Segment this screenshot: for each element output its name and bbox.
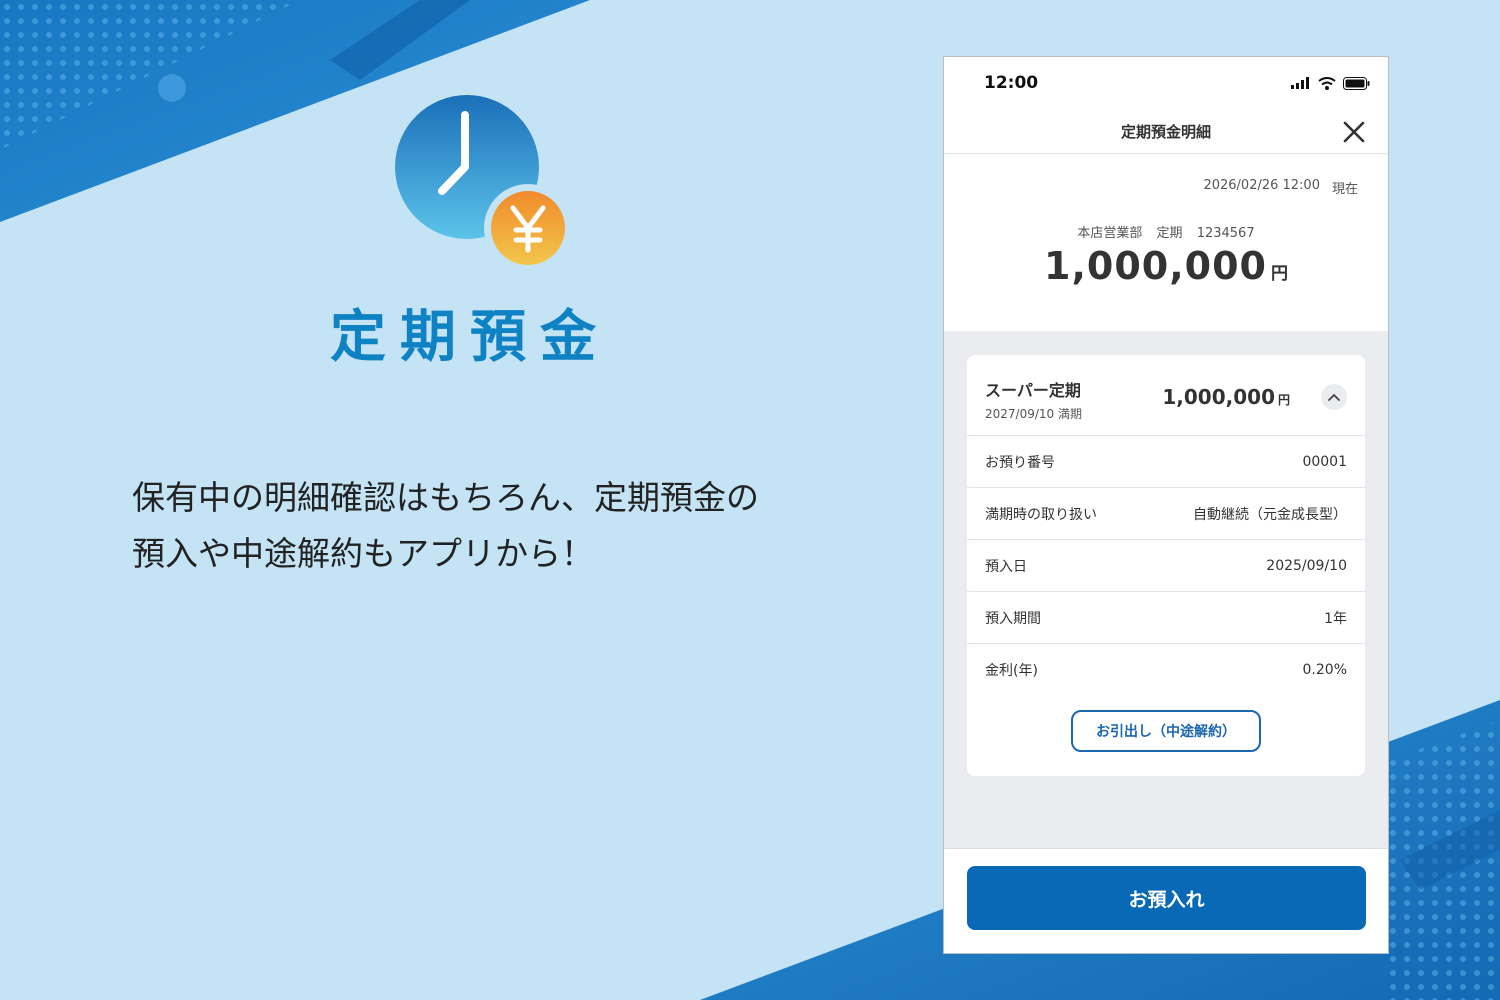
total-amount: 1,000,000	[1044, 244, 1267, 288]
product-header[interactable]: スーパー定期 2027/09/10 満期 1,000,000 円	[967, 355, 1365, 436]
detail-row-deposit-period: 預入期間 1年	[967, 592, 1365, 644]
detail-label: お預り番号	[985, 454, 1055, 471]
detail-row-deposit-number: お預り番号 00001	[967, 436, 1365, 488]
detail-label: 満期時の取り扱い	[985, 506, 1097, 523]
product-amount-value: 1,000,000	[1162, 385, 1275, 409]
signal-icon	[1291, 77, 1309, 89]
account-number: 1234567	[1196, 226, 1255, 241]
close-icon[interactable]	[1342, 120, 1366, 144]
detail-value: 1年	[1324, 610, 1347, 627]
account-info: 本店営業部 定期 1234567	[944, 222, 1388, 241]
maturity-info: 2027/09/10 満期	[985, 405, 1082, 422]
product-currency: 円	[1277, 393, 1290, 407]
as-of-label: 現在	[1331, 182, 1358, 197]
detail-row-maturity-handling: 満期時の取り扱い 自動継続（元金成長型）	[967, 488, 1365, 540]
detail-row-interest-rate: 金利(年) 0.20%	[967, 644, 1365, 696]
phone-screen: 12:00 定期預金明細 2026/02/26 12:00 現在 本店営業部 定…	[943, 56, 1389, 954]
detail-row-deposit-date: 預入日 2025/09/10	[967, 540, 1365, 592]
nav-header: 定期預金明細	[944, 109, 1388, 154]
promo-description: 保有中の明細確認はもちろん、定期預金の 預入や中途解約もアプリから！	[132, 470, 912, 582]
withdraw-button[interactable]: お引出し（中途解約）	[1071, 710, 1261, 752]
detail-value: 0.20%	[1302, 662, 1347, 678]
page-title: 定期預金明細	[1120, 122, 1211, 141]
deposit-button[interactable]: お預入れ	[967, 866, 1366, 930]
battery-icon	[1343, 76, 1370, 90]
feature-title: 定期預金	[330, 305, 610, 370]
timestamp: 2026/02/26 12:00	[1203, 178, 1320, 193]
branch-name: 本店営業部	[1077, 226, 1143, 241]
as-of-timestamp: 2026/02/26 12:00 現在	[1203, 178, 1358, 197]
status-time: 12:00	[984, 73, 1039, 93]
chevron-up-icon	[1328, 394, 1340, 401]
maturity-date: 2027/09/10	[985, 407, 1055, 421]
detail-value: 00001	[1302, 453, 1347, 470]
deposit-detail-card: スーパー定期 2027/09/10 満期 1,000,000 円 お預り番号 00…	[967, 355, 1365, 776]
product-name: スーパー定期	[985, 381, 1081, 400]
maturity-label: 満期	[1058, 407, 1083, 421]
clock-yen-icon	[395, 95, 570, 270]
promo-text-line2: 預入や中途解約もアプリから！	[132, 534, 594, 573]
currency-unit: 円	[1270, 264, 1288, 284]
account-type: 定期	[1156, 226, 1183, 241]
status-icons	[1291, 76, 1370, 90]
detail-label: 預入期間	[985, 610, 1041, 627]
status-bar: 12:00	[944, 57, 1388, 109]
detail-value: 自動継続（元金成長型）	[1193, 506, 1347, 523]
product-amount: 1,000,000 円	[1162, 385, 1290, 409]
collapse-button[interactable]	[1321, 384, 1347, 410]
detail-label: 金利(年)	[985, 663, 1038, 679]
wifi-icon	[1318, 76, 1336, 90]
detail-label: 預入日	[985, 558, 1027, 575]
balance-summary: 2026/02/26 12:00 現在 本店営業部 定期 1234567 1,0…	[944, 154, 1388, 331]
detail-value: 2025/09/10	[1266, 557, 1347, 574]
footer-bar: お預入れ	[944, 848, 1388, 953]
promo-text-line1: 保有中の明細確認はもちろん、定期預金の	[132, 478, 759, 517]
total-balance: 1,000,000 円	[944, 244, 1388, 288]
